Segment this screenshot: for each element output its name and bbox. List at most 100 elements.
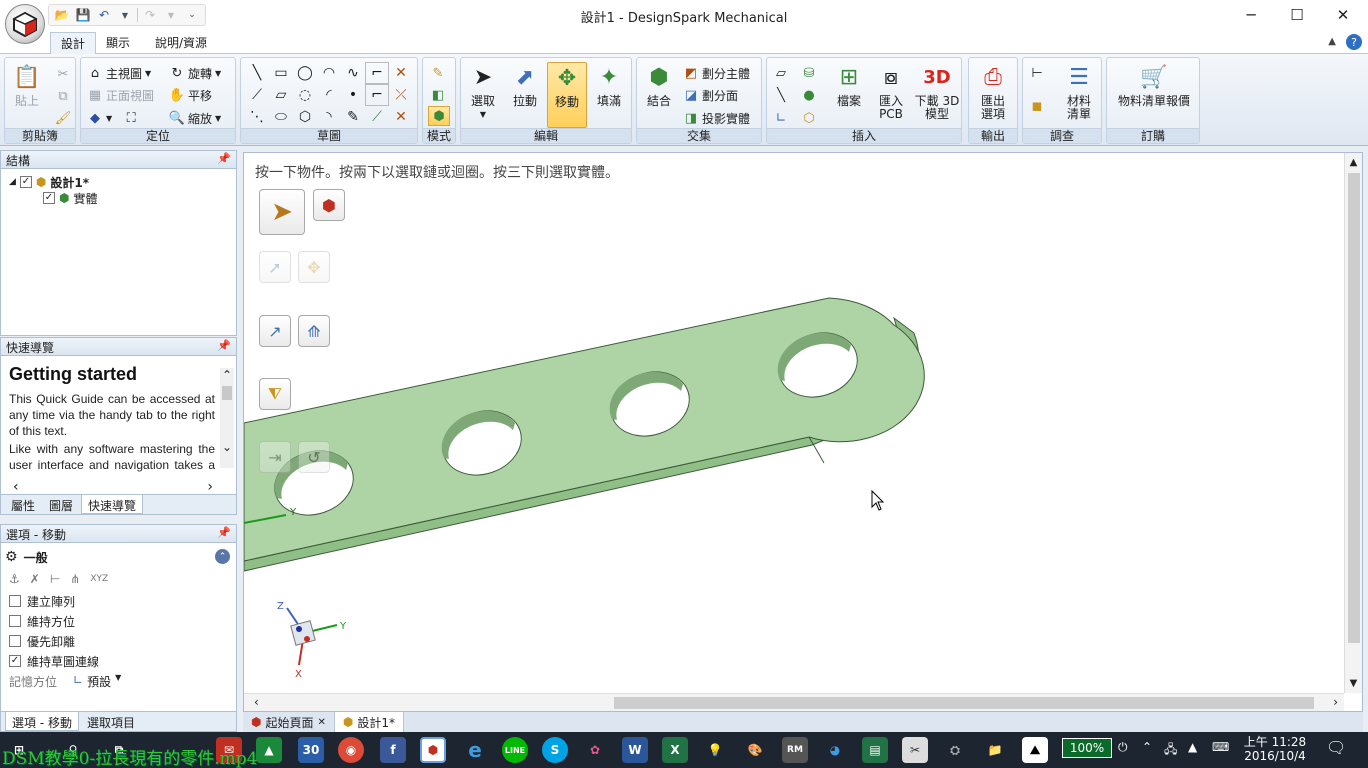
xyz-icon[interactable]: XYZ [90, 574, 108, 584]
chart-app-icon[interactable]: ▤ [862, 737, 888, 763]
facebook-icon[interactable]: f [380, 737, 406, 763]
tray-expand-icon[interactable]: ⌃ [1142, 740, 1152, 754]
ruler-tool-button[interactable]: ⧨ [259, 378, 291, 410]
anchor-icon[interactable]: ⚓ [9, 572, 20, 586]
project-body-button[interactable]: ◨ 投影實體 [683, 108, 750, 128]
origin-button[interactable]: ∟ [773, 108, 789, 128]
pin-icon[interactable]: 📌 [217, 339, 231, 352]
insert-file-button[interactable]: ⊞ 檔案 [829, 62, 869, 128]
file-explorer-icon[interactable]: 📁 [982, 737, 1008, 763]
scroll-up-icon[interactable]: ▲ [1345, 157, 1362, 168]
app-menu-button[interactable] [5, 4, 45, 44]
part-model[interactable]: Y [244, 153, 1344, 693]
cut-button[interactable]: ✂ [55, 64, 71, 84]
extend-icon[interactable]: ⤫ [389, 84, 413, 106]
maintain-sketch-connectivity-option[interactable]: ✓ 維持草圖連線 [9, 653, 99, 669]
tab-options-move[interactable]: 選項 - 移動 [5, 712, 79, 731]
flower-app-icon[interactable]: ✿ [582, 737, 608, 763]
detach-first-option[interactable]: 優先卸離 [9, 633, 75, 649]
detach-first-checkbox[interactable] [9, 635, 21, 647]
tab-properties[interactable]: 屬性 [5, 495, 41, 514]
mass-button[interactable]: ◼ [1029, 96, 1045, 116]
fill-button[interactable]: ✦ 填滿 [589, 62, 629, 128]
split-face-button[interactable]: ◪ 劃分面 [683, 85, 738, 105]
corner-icon[interactable]: ⌐ [365, 62, 389, 84]
three-point-arc-icon[interactable]: ◝ [317, 106, 341, 128]
pin-icon[interactable]: 📌 [217, 152, 231, 165]
select-button[interactable]: ➤ 選取 ▼ [463, 62, 503, 128]
3d-mode-button[interactable]: ⬢ [428, 106, 450, 126]
power-plug-icon[interactable]: ⏻ [1118, 740, 1128, 755]
network-icon[interactable]: 🖧 [1164, 740, 1177, 761]
home-view-button[interactable]: ⌂ 主視圖 ▼ [87, 63, 151, 83]
create-pattern-option[interactable]: 建立陣列 [9, 593, 75, 609]
select-tool-button[interactable]: ➤ [259, 189, 305, 235]
tab-start-page[interactable]: ⬢ 起始頁面 ✕ [243, 712, 335, 732]
arc-icon[interactable]: ◠ [317, 62, 341, 84]
format-painter-button[interactable]: 🖌 [55, 108, 72, 128]
photos-icon[interactable]: ⛰ [1022, 737, 1048, 763]
section-mode-button[interactable]: ◧ [430, 85, 446, 105]
line-app-icon[interactable]: LINE [502, 737, 528, 763]
split-line-icon[interactable]: ✕ [389, 106, 413, 128]
maintain-orientation-option[interactable]: 維持方位 [9, 613, 75, 629]
pattern-icon[interactable]: ⋔ [70, 572, 80, 586]
keyboard-icon[interactable]: ⌨ [1212, 740, 1229, 754]
puzzle-app-icon[interactable]: ⛭ [942, 737, 968, 763]
ribbon-collapse-icon[interactable]: ▲ [1328, 36, 1336, 47]
drive-sync-icon[interactable]: ▲ [1188, 740, 1197, 754]
viewport-hscroll[interactable]: ‹ › [244, 693, 1344, 711]
skype-icon[interactable]: S [542, 737, 568, 763]
sphere-button[interactable]: ● [801, 85, 817, 105]
circle-icon[interactable]: ◯ [293, 62, 317, 84]
tab-design[interactable]: 設計 [50, 32, 97, 54]
excel-icon[interactable]: X [662, 737, 688, 763]
copy-button[interactable]: ⧉ [55, 86, 71, 106]
reset-tool-button[interactable]: ↺ [298, 441, 330, 473]
tangent-line-icon[interactable]: ⟋ [245, 84, 269, 106]
three-point-circle-icon[interactable]: ◌ [293, 84, 317, 106]
3d-viewport[interactable]: 按一下物件。按兩下以選取鏈或迴圈。按三下則選取實體。 Y ➤ ⬢ ➚ ✥ ↗ ⟰… [243, 152, 1363, 712]
quick-guide-hscroll[interactable]: ‹ › [13, 479, 213, 495]
scroll-down-icon[interactable]: ▼ [1345, 678, 1362, 689]
plane-button[interactable]: ▱ [773, 63, 789, 83]
ellipse-icon[interactable]: ⬭ [269, 106, 293, 128]
tab-design1[interactable]: ⬢ 設計1* [334, 712, 405, 732]
tab-quick-guide[interactable]: 快速導覽 [81, 495, 144, 514]
scroll-right-icon[interactable]: › [207, 479, 213, 495]
solid-visibility-checkbox[interactable]: ✓ [43, 192, 55, 204]
cylinder-button[interactable]: ⛁ [801, 63, 817, 83]
bom-quote-button[interactable]: 🛒 物料清單報價 [1111, 62, 1197, 128]
offset-icon[interactable]: ⌐ [365, 84, 389, 106]
download-3d-model-button[interactable]: 3D 下載 3D 模型 [913, 62, 961, 128]
split-body-button[interactable]: ◩ 劃分主體 [683, 63, 750, 83]
collapse-section-icon[interactable]: ⌃ [215, 549, 230, 564]
minimize-button[interactable]: ─ [1228, 0, 1274, 30]
maintain-orientation-checkbox[interactable] [9, 615, 21, 627]
move-axes-tool-button[interactable]: ✥ [298, 251, 330, 283]
tab-selection[interactable]: 選取項目 [81, 712, 141, 731]
move-along-trajectory-button[interactable]: ➚ [259, 251, 291, 283]
calendar-icon[interactable]: 30 [298, 737, 324, 763]
zoom-button[interactable]: 🔍 縮放 ▼ [169, 108, 221, 128]
bulb-app-icon[interactable]: 💡 [702, 737, 728, 763]
tab-display[interactable]: 顯示 [96, 32, 140, 54]
help-icon[interactable]: ? [1346, 34, 1362, 50]
import-pcb-button[interactable]: ⧇ 匯入 PCB [871, 62, 911, 128]
move-along-path-button[interactable]: ↗ [259, 315, 291, 347]
rectangle-icon[interactable]: ▭ [269, 62, 293, 84]
scroll-thumb[interactable] [1348, 173, 1360, 643]
expand-icon[interactable]: ◢ [9, 177, 16, 187]
tree-item-solid[interactable]: ✓ ⬢ 實體 [43, 190, 98, 206]
close-button[interactable]: ✕ [1320, 0, 1366, 30]
clock-date[interactable]: 2016/10/4 [1240, 749, 1310, 763]
spline-icon[interactable]: ∿ [341, 62, 365, 84]
paint-icon[interactable]: 🎨 [742, 737, 768, 763]
edge-icon[interactable]: e [462, 737, 488, 763]
move-button[interactable]: ✥ 移動 [547, 62, 587, 128]
viewport-vscroll[interactable]: ▲ ▼ [1344, 153, 1362, 693]
ruler-dimension-icon[interactable]: ⊢ [50, 572, 60, 586]
project-icon[interactable]: ⟋ [365, 106, 389, 128]
scroll-down-icon[interactable]: ⌄ [220, 440, 234, 454]
scroll-left-icon[interactable]: ‹ [254, 695, 259, 709]
